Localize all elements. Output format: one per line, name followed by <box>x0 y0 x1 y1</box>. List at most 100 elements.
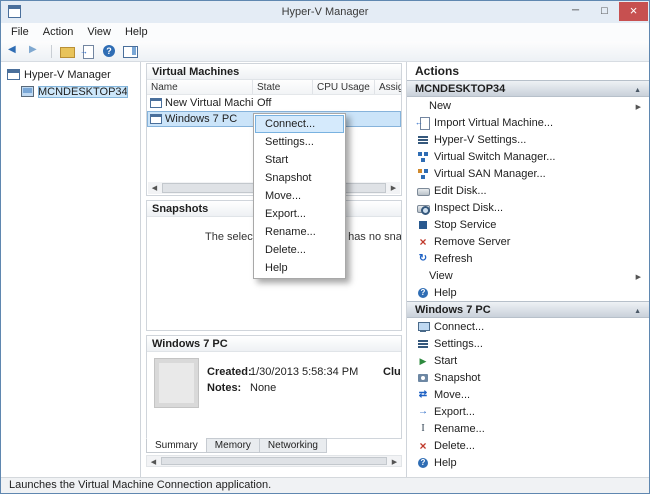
context-menu-delete[interactable]: Delete... <box>255 241 344 259</box>
context-menu-help[interactable]: Help <box>255 259 344 277</box>
collapse-icon[interactable] <box>634 81 641 99</box>
refresh-icon <box>417 253 429 265</box>
scroll-right-icon[interactable] <box>387 182 400 194</box>
menu-help[interactable]: Help <box>118 24 155 40</box>
action-group-header-vm[interactable]: Windows 7 PC <box>407 301 649 318</box>
action-settings[interactable]: Settings... <box>407 335 649 352</box>
action-label: Snapshot <box>434 371 481 384</box>
edit-disk-icon <box>417 185 430 197</box>
action-label: Refresh <box>434 252 473 265</box>
column-state[interactable]: State <box>253 80 313 94</box>
scrollbar-thumb[interactable] <box>161 457 387 465</box>
action-delete[interactable]: Delete... <box>407 437 649 454</box>
column-cpu-usage[interactable]: CPU Usage <box>313 80 375 94</box>
action-inspect-disk[interactable]: Inspect Disk... <box>407 199 649 216</box>
center-horizontal-scrollbar[interactable] <box>146 455 402 467</box>
vm-name: New Virtual Machine <box>165 97 253 109</box>
close-icon[interactable] <box>619 2 648 21</box>
action-view[interactable]: View <box>407 267 649 284</box>
created-value: 1/30/2013 5:58:34 PM <box>250 366 359 378</box>
action-edit-disk[interactable]: Edit Disk... <box>407 182 649 199</box>
stop-service-icon <box>417 219 429 231</box>
submenu-arrow-icon <box>636 100 641 112</box>
context-menu-snapshot[interactable]: Snapshot <box>255 169 344 187</box>
column-assigned[interactable]: Assign <box>375 80 401 94</box>
tab-summary[interactable]: Summary <box>146 438 207 453</box>
submenu-arrow-icon <box>636 270 641 282</box>
action-connect[interactable]: Connect... <box>407 318 649 335</box>
forward-icon[interactable] <box>28 44 44 59</box>
action-label: Remove Server <box>434 235 511 248</box>
export-list-icon[interactable] <box>80 44 96 59</box>
maximize-icon[interactable] <box>590 2 619 21</box>
tab-memory[interactable]: Memory <box>205 438 260 453</box>
action-label: New <box>429 99 452 112</box>
action-refresh[interactable]: Refresh <box>407 250 649 267</box>
rename-icon <box>417 423 429 435</box>
action-virtual-san-manager[interactable]: Virtual SAN Manager... <box>407 165 649 182</box>
vm-details-section: Windows 7 PC Created: 1/30/2013 5:58:34 … <box>146 335 402 439</box>
created-label: Created: <box>207 366 252 378</box>
action-remove-server[interactable]: Remove Server <box>407 233 649 250</box>
context-menu-export[interactable]: Export... <box>255 205 344 223</box>
action-import-virtual-machine[interactable]: Import Virtual Machine... <box>407 114 649 131</box>
toolbar-separator <box>51 44 52 58</box>
action-virtual-switch-manager[interactable]: Virtual Switch Manager... <box>407 148 649 165</box>
action-group-header-server[interactable]: MCNDESKTOP34 <box>407 80 649 97</box>
show-console-tree-icon[interactable] <box>59 44 75 59</box>
action-label: Start <box>434 354 458 367</box>
help-icon[interactable] <box>101 44 117 59</box>
action-help[interactable]: Help <box>407 454 649 471</box>
minimize-icon[interactable] <box>561 2 590 21</box>
tree-item-hyper-v-manager[interactable]: Hyper-V Manager <box>1 66 140 83</box>
action-label: Inspect Disk... <box>434 201 504 214</box>
action-export[interactable]: Export... <box>407 403 649 420</box>
context-menu-settings[interactable]: Settings... <box>255 133 344 151</box>
help-icon <box>417 287 429 299</box>
action-label: Connect... <box>434 320 485 333</box>
action-new[interactable]: New <box>407 97 649 114</box>
tree-server-label: MCNDESKTOP34 <box>38 85 128 98</box>
table-row[interactable]: New Virtual Machine Off <box>147 95 401 111</box>
action-hyper-v-settings[interactable]: Hyper-V Settings... <box>407 131 649 148</box>
console-icon <box>7 69 20 80</box>
scroll-left-icon[interactable] <box>148 182 161 194</box>
remove-server-icon <box>417 236 429 248</box>
action-move[interactable]: Move... <box>407 386 649 403</box>
vm-details-title: Windows 7 PC <box>147 336 401 352</box>
vm-context-menu: Connect... Settings... Start Snapshot Mo… <box>253 113 346 279</box>
scroll-left-icon[interactable] <box>147 456 160 466</box>
back-icon[interactable] <box>7 44 23 59</box>
virtual-machines-title: Virtual Machines <box>147 64 401 80</box>
action-rename[interactable]: Rename... <box>407 420 649 437</box>
action-start[interactable]: Start <box>407 352 649 369</box>
scroll-right-icon[interactable] <box>388 456 401 466</box>
menu-action[interactable]: Action <box>36 24 81 40</box>
action-label: Stop Service <box>434 218 497 231</box>
connect-icon <box>417 321 430 333</box>
context-menu-move[interactable]: Move... <box>255 187 344 205</box>
action-help[interactable]: Help <box>407 284 649 301</box>
notes-value: None <box>250 382 277 394</box>
action-label: Hyper-V Settings... <box>434 133 527 146</box>
action-snapshot[interactable]: Snapshot <box>407 369 649 386</box>
context-menu-rename[interactable]: Rename... <box>255 223 344 241</box>
action-label: Virtual Switch Manager... <box>434 150 556 163</box>
switch-manager-icon <box>417 151 429 163</box>
action-label: Rename... <box>434 422 485 435</box>
show-action-pane-icon[interactable] <box>122 44 138 59</box>
menu-view[interactable]: View <box>80 24 118 40</box>
column-name[interactable]: Name <box>147 80 253 94</box>
menu-bar: File Action View Help <box>1 23 649 41</box>
tab-networking[interactable]: Networking <box>258 438 327 453</box>
collapse-icon[interactable] <box>634 302 641 320</box>
context-menu-start[interactable]: Start <box>255 151 344 169</box>
tree-item-server[interactable]: MCNDESKTOP34 <box>1 83 140 100</box>
title-bar[interactable]: Hyper-V Manager <box>1 1 649 23</box>
inspect-disk-icon <box>417 202 430 215</box>
menu-file[interactable]: File <box>4 24 36 40</box>
action-stop-service[interactable]: Stop Service <box>407 216 649 233</box>
clustered-label-clipped: Clust <box>383 366 401 378</box>
context-menu-connect[interactable]: Connect... <box>255 115 344 133</box>
actions-panel: Actions MCNDESKTOP34 New Import Virtual … <box>406 62 649 477</box>
